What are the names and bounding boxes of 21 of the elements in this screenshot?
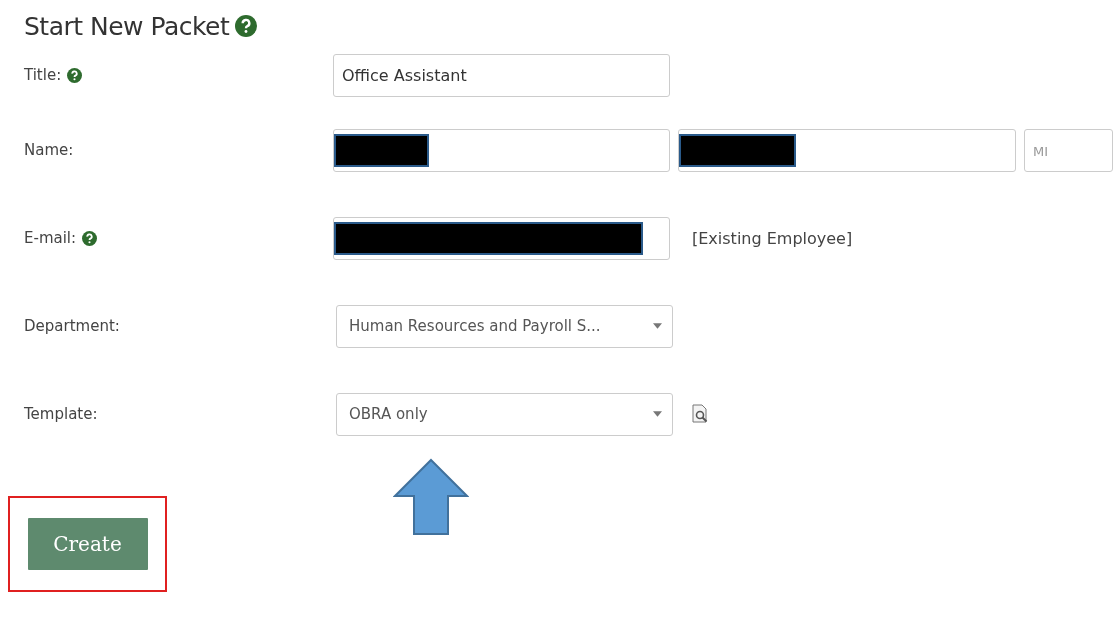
field-label: Department: xyxy=(24,317,120,335)
caret-icon xyxy=(653,323,662,329)
field-label: E-mail: xyxy=(24,229,77,247)
document-magnifier-icon[interactable] xyxy=(691,404,709,424)
text-field[interactable]: Office Assistant xyxy=(333,53,670,97)
text-field[interactable] xyxy=(333,216,670,260)
field-label: Name: xyxy=(24,141,74,159)
create-button[interactable]: Create xyxy=(27,518,148,570)
page-title: Start New Packet xyxy=(24,11,230,41)
help-icon[interactable] xyxy=(82,230,98,246)
text-field[interactable]: MI xyxy=(1024,128,1113,172)
help-icon[interactable] xyxy=(67,67,83,83)
dropdown[interactable]: Human Resources and Payroll S... xyxy=(336,304,673,348)
dropdown[interactable]: OBRA only xyxy=(336,392,673,436)
employee-status: [Existing Employee] xyxy=(692,228,853,248)
text-field[interactable] xyxy=(333,128,670,172)
field-label: Template: xyxy=(24,405,98,423)
text-field[interactable] xyxy=(678,128,1016,172)
help-icon[interactable] xyxy=(235,15,258,37)
caret-icon xyxy=(653,411,662,417)
field-label: Title: xyxy=(24,66,62,84)
